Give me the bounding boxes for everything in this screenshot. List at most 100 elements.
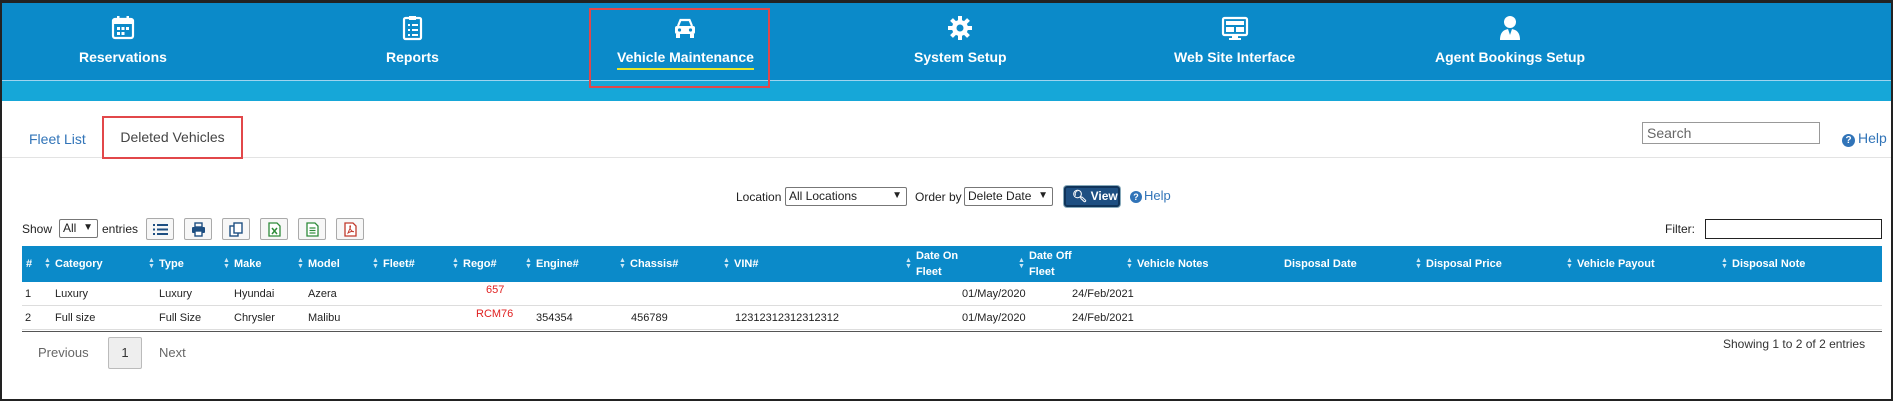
csv-file-icon	[306, 222, 319, 237]
cell-rego[interactable]: RCM76	[476, 308, 513, 320]
sort-icon: ▲ ▼	[44, 257, 51, 270]
column-header[interactable]: ▲ ▼ Category	[44, 246, 103, 282]
excel-file-icon	[268, 222, 281, 237]
pdf-file-icon	[344, 222, 357, 237]
column-header-label: Category	[55, 258, 103, 270]
cell-chassis: 456789	[631, 312, 668, 324]
print-icon	[192, 222, 205, 237]
entries-select[interactable]: All ▼	[59, 219, 98, 238]
column-header-label: Rego#	[463, 258, 497, 270]
column-header-label: Engine#	[536, 258, 579, 270]
nav-item-reservations[interactable]: Reservations	[79, 13, 167, 68]
pagination-previous[interactable]: Previous	[38, 345, 89, 360]
column-header[interactable]: ▲ ▼ Model	[297, 246, 340, 282]
column-header[interactable]: ▲ ▼ Fleet#	[372, 246, 415, 282]
view-button[interactable]: 🔍︎ View	[1064, 186, 1120, 207]
column-header[interactable]: ▲ ▼ Date Off Fleet	[1018, 246, 1098, 282]
column-header[interactable]: #	[26, 246, 32, 282]
column-header[interactable]: ▲ ▼ Vehicle Payout	[1566, 246, 1655, 282]
cell-date-off: 24/Feb/2021	[1072, 288, 1134, 300]
column-header[interactable]: Disposal Date	[1284, 246, 1357, 282]
cell-category: Full size	[55, 312, 96, 324]
help-link-filters[interactable]: ? Help	[1130, 188, 1171, 203]
showing-entries-info: Showing 1 to 2 of 2 entries	[1723, 337, 1866, 351]
column-header[interactable]: ▲ ▼ Vehicle Notes	[1126, 246, 1209, 282]
pagination-page-1[interactable]: 1	[108, 337, 142, 369]
filter-input[interactable]	[1705, 219, 1882, 239]
list-icon	[153, 224, 168, 235]
nav-item-agent-bookings-setup[interactable]: Agent Bookings Setup	[1435, 13, 1585, 68]
column-header[interactable]: ▲ ▼ Chassis#	[619, 246, 678, 282]
sort-icon: ▲ ▼	[905, 257, 912, 270]
column-header[interactable]: ▲ ▼ Disposal Price	[1415, 246, 1502, 282]
chevron-down-icon: ▼	[1038, 190, 1048, 201]
column-header-label: Vehicle Notes	[1137, 258, 1209, 270]
column-header[interactable]: ▲ ▼ Engine#	[525, 246, 579, 282]
table-row[interactable]: 2 Full size Full Size Chrysler Malibu RC…	[22, 306, 1882, 330]
cell-rego[interactable]: 657	[486, 284, 504, 296]
column-header-label: Type	[159, 258, 184, 270]
sort-icon: ▲ ▼	[223, 257, 230, 270]
nav-label: Reservations	[79, 49, 167, 65]
column-header-label: Disposal Note	[1732, 258, 1806, 270]
column-header-label: Fleet#	[383, 258, 415, 270]
show-label: Show	[22, 222, 53, 236]
nav-item-system-setup[interactable]: System Setup	[914, 13, 1007, 68]
cell-make: Hyundai	[234, 288, 275, 300]
chevron-down-icon: ▼	[892, 190, 902, 201]
location-select[interactable]: All Locations ▼	[785, 187, 907, 206]
cell-date-off: 24/Feb/2021	[1072, 312, 1134, 324]
export-csv-button[interactable]	[298, 218, 326, 240]
search-input[interactable]	[1642, 122, 1820, 144]
sort-icon: ▲ ▼	[619, 257, 626, 270]
copy-button[interactable]	[222, 218, 250, 240]
nav-label: Reports	[386, 49, 439, 65]
cell-model: Azera	[308, 288, 337, 300]
table-bottom-border	[22, 331, 1882, 332]
sort-icon: ▲ ▼	[1566, 257, 1573, 270]
cell-date-on: 01/May/2020	[962, 288, 1026, 300]
entries-label: entries	[102, 222, 139, 236]
cell-type: Full Size	[159, 312, 202, 324]
column-header[interactable]: ▲ ▼ Disposal Note	[1721, 246, 1805, 282]
top-navigation: Reservations Reports Vehicle Maintenance…	[2, 3, 1891, 101]
column-list-button[interactable]	[146, 218, 174, 240]
help-link[interactable]: ? Help	[1842, 130, 1887, 147]
cell-model: Malibu	[308, 312, 341, 324]
gear-icon	[945, 13, 975, 43]
column-header-label: Make	[234, 258, 262, 270]
pagination-next[interactable]: Next	[159, 345, 186, 360]
column-header[interactable]: ▲ ▼ Make	[223, 246, 262, 282]
order-by-select[interactable]: Delete Date ▼	[964, 187, 1053, 206]
nav-item-web-site-interface[interactable]: Web Site Interface	[1174, 13, 1295, 68]
nav-item-reports[interactable]: Reports	[386, 13, 439, 68]
sort-icon: ▲ ▼	[723, 257, 730, 270]
location-value: All Locations	[789, 189, 858, 203]
export-excel-button[interactable]	[260, 218, 288, 240]
sort-icon: ▲ ▼	[525, 257, 532, 270]
sub-tabs: Fleet List Deleted Vehicles ?Help	[2, 101, 1891, 159]
sort-icon: ▲ ▼	[452, 257, 459, 270]
nav-band	[2, 81, 1891, 101]
order-by-label: Order by	[915, 190, 962, 204]
cell-category: Luxury	[55, 288, 89, 300]
sort-icon: ▲ ▼	[297, 257, 304, 270]
view-button-label: View	[1090, 189, 1118, 203]
cell-make: Chrysler	[234, 312, 275, 324]
cell-engine: 354354	[536, 312, 573, 324]
print-button[interactable]	[184, 218, 212, 240]
column-header[interactable]: ▲ ▼ VIN#	[723, 246, 758, 282]
clipboard-list-icon	[397, 13, 427, 43]
sort-icon: ▲ ▼	[1126, 257, 1133, 270]
export-pdf-button[interactable]	[336, 218, 364, 240]
column-header[interactable]: ▲ ▼ Date On Fleet	[905, 246, 985, 282]
column-header-label: VIN#	[734, 258, 759, 270]
column-header[interactable]: ▲ ▼ Type	[148, 246, 184, 282]
column-header[interactable]: ▲ ▼ Rego#	[452, 246, 497, 282]
agent-icon	[1495, 13, 1525, 43]
calendar-icon	[108, 13, 138, 43]
tab-fleet-list[interactable]: Fleet List	[29, 131, 86, 147]
table-row[interactable]: 1 Luxury Luxury Hyundai Azera 657 01/May…	[22, 282, 1882, 306]
tab-deleted-vehicles[interactable]: Deleted Vehicles	[102, 116, 243, 159]
entries-value: All	[63, 221, 77, 235]
